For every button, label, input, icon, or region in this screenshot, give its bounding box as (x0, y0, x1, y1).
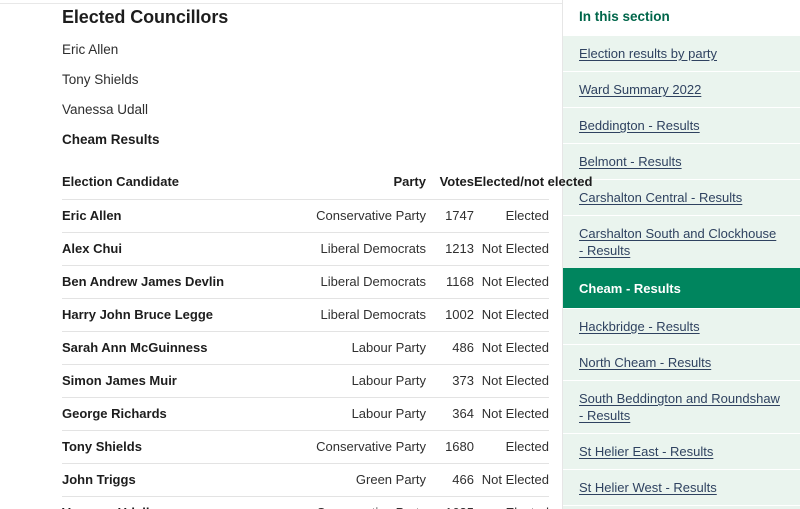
sidebar-item-stonecot-results[interactable]: Stonecot - Results (563, 505, 800, 509)
elected-councillor-name: Eric Allen (62, 28, 549, 58)
sidebar-header: In this section (563, 0, 800, 35)
sidebar-item-beddington-results[interactable]: Beddington - Results (563, 107, 800, 143)
cell-result: Elected (474, 431, 549, 464)
cell-votes: 1213 (426, 233, 474, 266)
sidebar-item-south-beddington-roundshaw-results[interactable]: South Beddington and Roundshaw - Results (563, 380, 800, 433)
sidebar-item-cheam-results[interactable]: Cheam - Results (563, 268, 800, 308)
table-row: Alex Chui Liberal Democrats 1213 Not Ele… (62, 233, 549, 266)
cell-party: Liberal Democrats (290, 266, 426, 299)
sidebar-item-election-results-by-party[interactable]: Election results by party (563, 35, 800, 71)
elected-councillor-name: Vanessa Udall (62, 88, 549, 118)
cell-party: Labour Party (290, 365, 426, 398)
cell-party: Green Party (290, 464, 426, 497)
cell-party: Conservative Party (290, 200, 426, 233)
table-row: John Triggs Green Party 466 Not Elected (62, 464, 549, 497)
cell-votes: 466 (426, 464, 474, 497)
elected-councillor-name: Tony Shields (62, 58, 549, 88)
cell-candidate: Sarah Ann McGuinness (62, 332, 290, 365)
table-row: Vanessa Udall Conservative Party 1635 El… (62, 497, 549, 509)
cell-votes: 486 (426, 332, 474, 365)
cell-votes: 1680 (426, 431, 474, 464)
sidebar-item-st-helier-east-results[interactable]: St Helier East - Results (563, 433, 800, 469)
sidebar-item-hackbridge-results[interactable]: Hackbridge - Results (563, 308, 800, 344)
cell-result: Elected (474, 200, 549, 233)
cell-party: Liberal Democrats (290, 233, 426, 266)
table-header-row: Election Candidate Party Votes Elected/n… (62, 166, 549, 200)
cell-party: Labour Party (290, 332, 426, 365)
cell-votes: 1168 (426, 266, 474, 299)
table-row: Ben Andrew James Devlin Liberal Democrat… (62, 266, 549, 299)
cell-result: Not Elected (474, 365, 549, 398)
sidebar-item-st-helier-west-results[interactable]: St Helier West - Results (563, 469, 800, 505)
page-title: Elected Councillors (62, 0, 549, 28)
cell-candidate: Harry John Bruce Legge (62, 299, 290, 332)
cell-result: Not Elected (474, 332, 549, 365)
cell-votes: 373 (426, 365, 474, 398)
cell-candidate: Tony Shields (62, 431, 290, 464)
cell-candidate: Vanessa Udall (62, 497, 290, 509)
cell-candidate: Simon James Muir (62, 365, 290, 398)
cell-party: Conservative Party (290, 497, 426, 509)
sidebar-item-ward-summary-2022[interactable]: Ward Summary 2022 (563, 71, 800, 107)
table-row: George Richards Labour Party 364 Not Ele… (62, 398, 549, 431)
cell-result: Not Elected (474, 464, 549, 497)
column-header-result: Elected/not elected (474, 166, 549, 200)
cell-party: Liberal Democrats (290, 299, 426, 332)
cell-candidate: George Richards (62, 398, 290, 431)
table-row: Harry John Bruce Legge Liberal Democrats… (62, 299, 549, 332)
table-row: Eric Allen Conservative Party 1747 Elect… (62, 200, 549, 233)
cell-votes: 1747 (426, 200, 474, 233)
sidebar-item-carshalton-south-clockhouse-results[interactable]: Carshalton South and Clockhouse - Result… (563, 215, 800, 268)
cell-party: Conservative Party (290, 431, 426, 464)
cell-candidate: Ben Andrew James Devlin (62, 266, 290, 299)
cell-result: Not Elected (474, 398, 549, 431)
table-row: Simon James Muir Labour Party 373 Not El… (62, 365, 549, 398)
table-row: Sarah Ann McGuinness Labour Party 486 No… (62, 332, 549, 365)
election-results-table: Election Candidate Party Votes Elected/n… (62, 166, 549, 509)
cell-votes: 1635 (426, 497, 474, 509)
cell-party: Labour Party (290, 398, 426, 431)
cell-votes: 364 (426, 398, 474, 431)
column-header-party: Party (290, 166, 426, 200)
table-row: Tony Shields Conservative Party 1680 Ele… (62, 431, 549, 464)
cell-votes: 1002 (426, 299, 474, 332)
cell-result: Not Elected (474, 299, 549, 332)
sidebar-item-north-cheam-results[interactable]: North Cheam - Results (563, 344, 800, 380)
sidebar-item-belmont-results[interactable]: Belmont - Results (563, 143, 800, 179)
page-root: Elected Councillors Eric Allen Tony Shie… (0, 0, 800, 509)
section-navigation-sidebar: In this section Election results by part… (562, 0, 800, 509)
table-header: Election Candidate Party Votes Elected/n… (62, 166, 549, 200)
section-subtitle: Cheam Results (62, 118, 549, 148)
cell-result: Not Elected (474, 266, 549, 299)
sidebar-item-carshalton-central-results[interactable]: Carshalton Central - Results (563, 179, 800, 215)
cell-candidate: John Triggs (62, 464, 290, 497)
main-content: Elected Councillors Eric Allen Tony Shie… (0, 0, 562, 509)
cell-candidate: Eric Allen (62, 200, 290, 233)
cell-result: Not Elected (474, 233, 549, 266)
column-header-votes: Votes (426, 166, 474, 200)
cell-result: Elected (474, 497, 549, 509)
cell-candidate: Alex Chui (62, 233, 290, 266)
column-header-candidate: Election Candidate (62, 166, 290, 200)
table-body: Eric Allen Conservative Party 1747 Elect… (62, 200, 549, 509)
